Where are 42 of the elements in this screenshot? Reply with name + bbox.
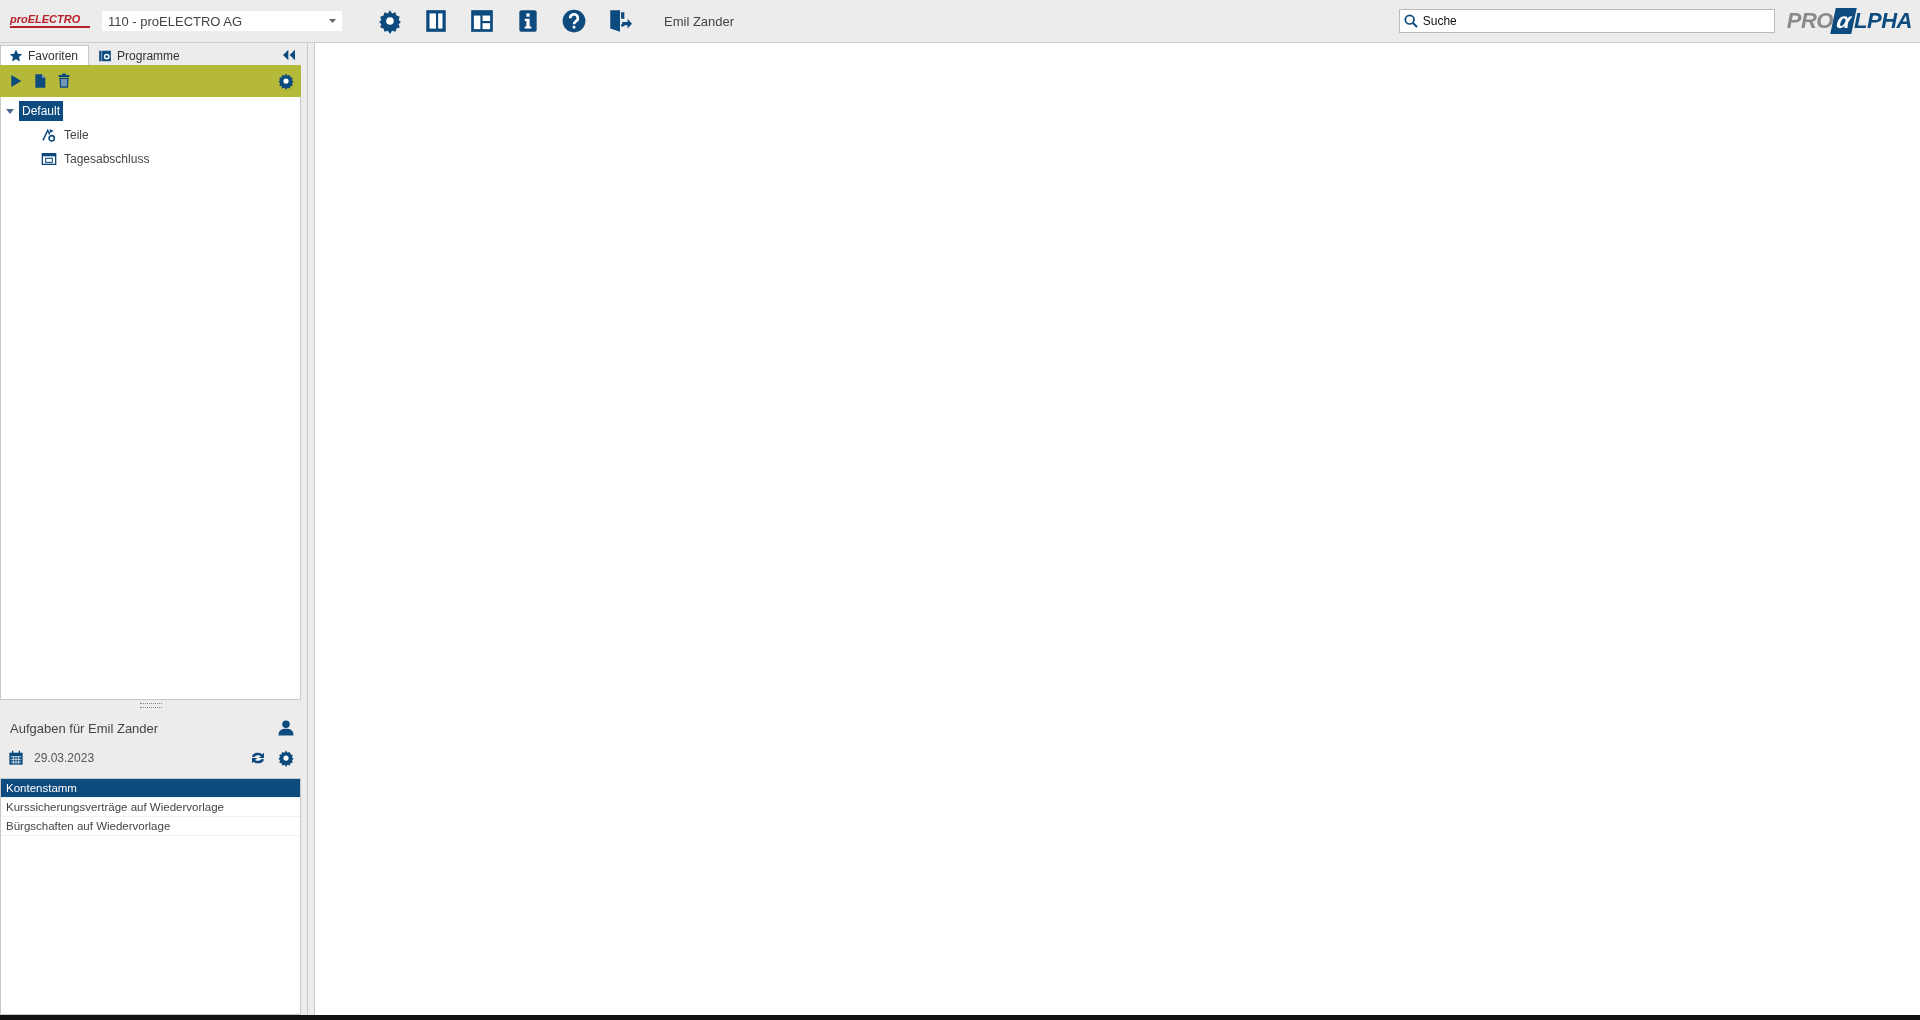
document-icon <box>32 73 48 89</box>
star-icon <box>9 48 23 63</box>
user-button[interactable] <box>277 719 295 737</box>
tree-item[interactable]: Tagesabschluss <box>61 149 153 169</box>
window-icon <box>41 151 57 167</box>
task-settings-button[interactable] <box>277 749 295 767</box>
sidebar-tab[interactable]: Favoriten <box>0 45 90 65</box>
dropdown-caret-icon <box>329 19 336 23</box>
user-name: Emil Zander <box>664 13 735 29</box>
brand-logo: PROαLPHA <box>1786 8 1912 34</box>
panel-icon <box>423 8 449 34</box>
settings-icon <box>277 72 295 90</box>
layout-icon <box>469 8 495 34</box>
help-icon <box>561 8 587 34</box>
company-logo: proELECTRO <box>10 14 90 28</box>
dropdown-value: 110 - proELECTRO AG <box>108 13 243 29</box>
document-button[interactable] <box>32 73 48 89</box>
task-date: 29.03.2023 <box>34 751 96 765</box>
trash-button[interactable] <box>56 73 72 89</box>
calendar-icon[interactable] <box>8 750 24 766</box>
settings-icon <box>277 749 295 767</box>
search-field[interactable]: Suche <box>1398 9 1775 33</box>
folder-icon <box>98 48 113 63</box>
task-item[interactable]: Kontenstamm <box>1 779 300 798</box>
splitter-handle[interactable] <box>139 702 162 708</box>
trash-icon <box>56 73 72 89</box>
task-item[interactable]: Kurssicherungsverträge auf Wiedervorlage <box>1 798 300 817</box>
tasks-title: Aufgaben für Emil Zander <box>10 720 159 736</box>
double-chevron-icon <box>281 47 297 63</box>
help-button[interactable] <box>560 7 588 35</box>
sidebar-tab[interactable]: Programme <box>89 45 191 65</box>
company-dropdown[interactable]: 110 - proELECTRO AG <box>102 11 342 31</box>
user-icon <box>277 719 295 737</box>
tools-icon <box>41 127 57 143</box>
expand-arrow-icon[interactable] <box>5 106 15 116</box>
settings-icon <box>377 8 403 34</box>
task-item[interactable]: Bürgschaften auf Wiedervorlage <box>1 817 300 836</box>
tree-item[interactable]: Teile <box>61 125 92 145</box>
settings-button[interactable] <box>277 72 295 90</box>
layout-button[interactable] <box>468 7 496 35</box>
tree-item[interactable]: Default <box>19 101 64 121</box>
logout-icon <box>607 8 633 34</box>
